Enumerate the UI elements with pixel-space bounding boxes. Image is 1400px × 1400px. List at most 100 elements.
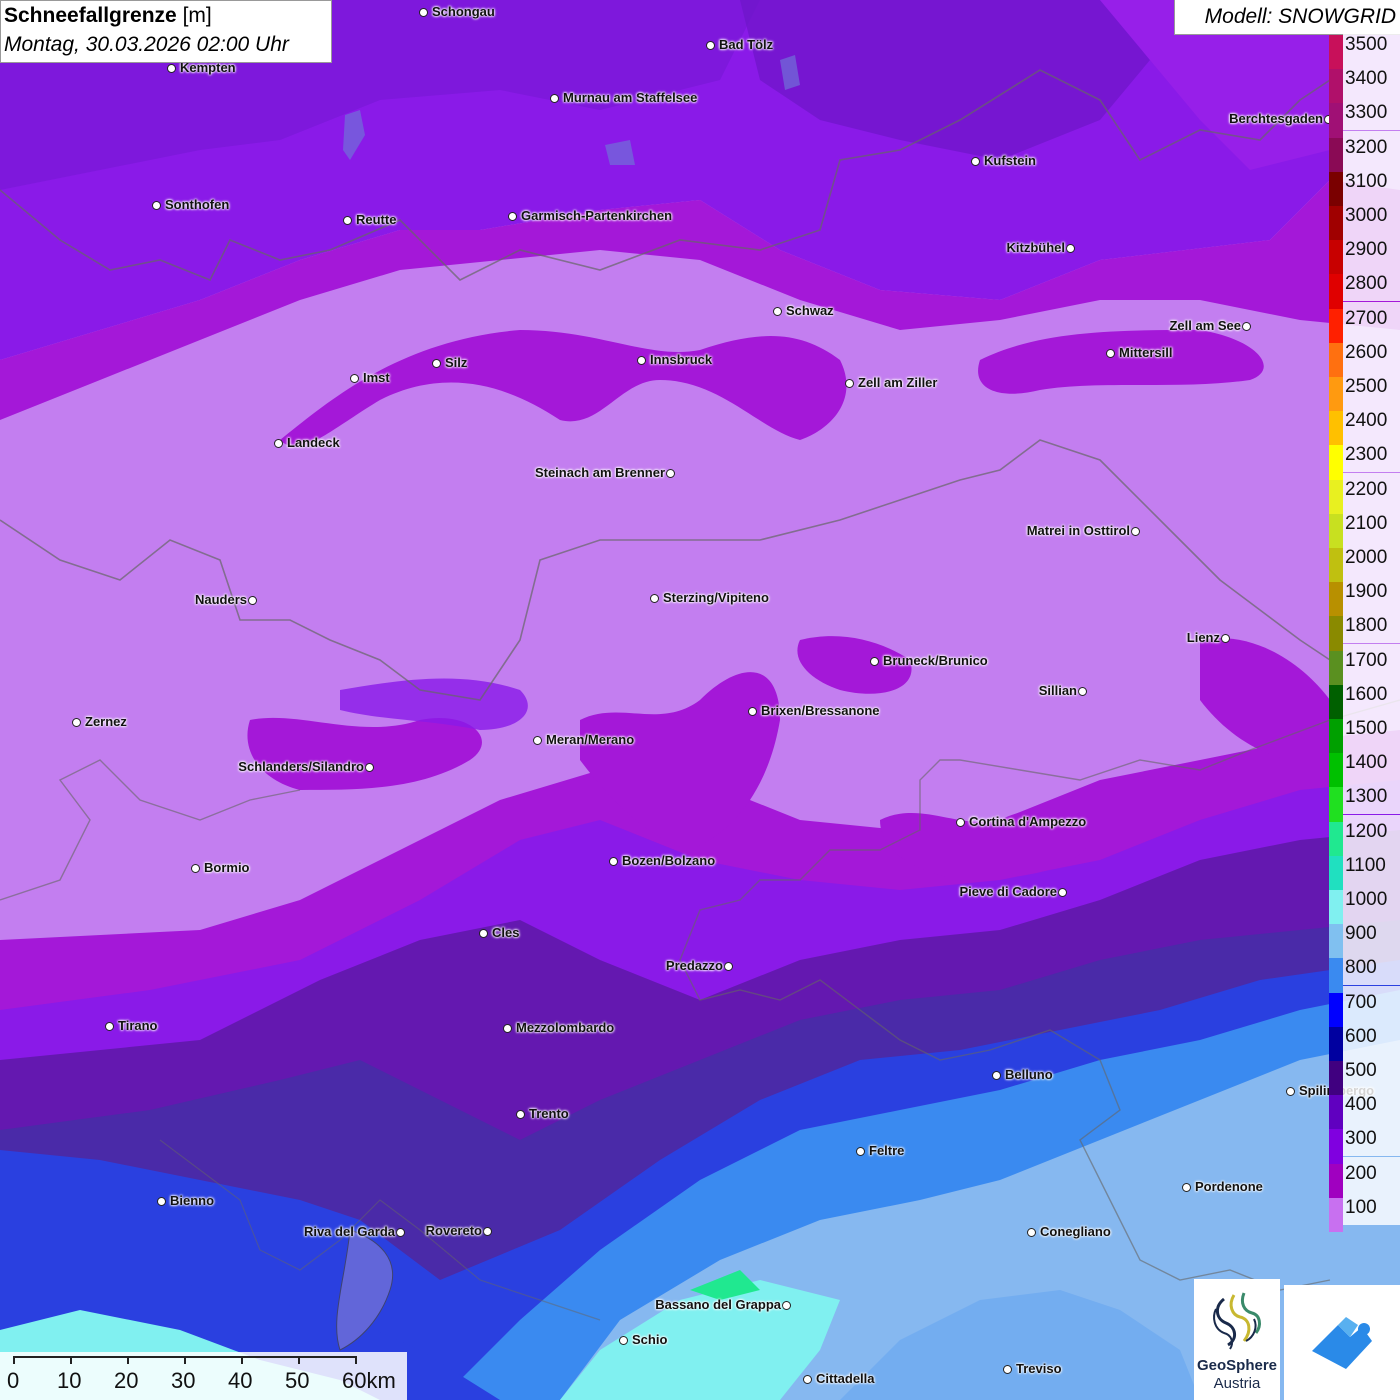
snowgrid-logo: [1284, 1285, 1400, 1400]
scale-tick: [127, 1356, 129, 1364]
legend-swatch: [1329, 1026, 1343, 1062]
city-marker[interactable]: [992, 1071, 1001, 1080]
city-marker[interactable]: [1078, 687, 1087, 696]
city-label: Matrei in Osttirol: [1026, 523, 1130, 538]
legend-swatch: [1329, 308, 1343, 344]
city-label: Pordenone: [1195, 1179, 1263, 1194]
legend-label: 3400: [1343, 62, 1400, 97]
model-label: Modell: SNOWGRID: [1204, 5, 1396, 28]
city-marker[interactable]: [550, 94, 559, 103]
city-label: Schongau: [432, 4, 495, 19]
city-marker[interactable]: [503, 1024, 512, 1033]
city-label: Bruneck/Brunico: [883, 653, 988, 668]
city-marker[interactable]: [365, 763, 374, 772]
city-marker[interactable]: [516, 1110, 525, 1119]
city-marker[interactable]: [105, 1022, 114, 1031]
legend-label: 2100: [1343, 506, 1400, 541]
city-marker[interactable]: [1242, 322, 1251, 331]
city-marker[interactable]: [1066, 244, 1075, 253]
legend-label: 3100: [1343, 164, 1400, 199]
title-panel: Schneefallgrenze [m] Montag, 30.03.2026 …: [0, 0, 332, 63]
city-marker[interactable]: [870, 657, 879, 666]
legend-swatch: [1329, 103, 1343, 139]
city-marker[interactable]: [343, 216, 352, 225]
map-viewport[interactable]: Schongau Bad Tölz Kempten Murnau am Staffel…: [0, 0, 1400, 1400]
city-label: Bormio: [204, 860, 250, 875]
city-marker[interactable]: [152, 201, 161, 210]
city-marker[interactable]: [1106, 349, 1115, 358]
snowgrid-icon: [1312, 1317, 1372, 1369]
city-marker[interactable]: [479, 929, 488, 938]
city-marker[interactable]: [1003, 1365, 1012, 1374]
legend-label: 1200: [1343, 814, 1400, 849]
city-label: Bad Tölz: [719, 37, 774, 52]
legend-swatch: [1329, 274, 1343, 310]
legend-swatch: [1329, 513, 1343, 549]
legend-swatch: [1329, 992, 1343, 1028]
city-label: Lienz: [1186, 630, 1220, 645]
city-label: Innsbruck: [650, 352, 713, 367]
city-marker[interactable]: [609, 857, 618, 866]
legend-label: 2900: [1343, 233, 1400, 268]
city-marker[interactable]: [1286, 1087, 1295, 1096]
city-marker[interactable]: [157, 1197, 166, 1206]
legend-swatch: [1329, 958, 1343, 994]
legend-label: 1500: [1343, 712, 1400, 746]
city-marker[interactable]: [637, 356, 646, 365]
legend-label: 2700: [1343, 301, 1400, 336]
city-marker[interactable]: [167, 64, 176, 73]
city-marker[interactable]: [1131, 527, 1140, 536]
city-marker[interactable]: [856, 1147, 865, 1156]
legend-label: 1100: [1343, 848, 1400, 883]
legend-label: 1700: [1343, 643, 1400, 678]
city-marker[interactable]: [773, 307, 782, 316]
city-marker[interactable]: [419, 8, 428, 17]
city-marker[interactable]: [619, 1336, 628, 1345]
legend-swatch: [1329, 35, 1343, 70]
legend-label: 2400: [1343, 404, 1400, 439]
legend-swatch: [1329, 206, 1343, 241]
legend-label: 3200: [1343, 130, 1400, 165]
city-marker[interactable]: [1058, 888, 1067, 897]
city-label: Bozen/Bolzano: [622, 853, 716, 868]
city-marker[interactable]: [432, 359, 441, 368]
city-label: Cles: [492, 925, 520, 940]
city-marker[interactable]: [508, 212, 517, 221]
city-marker[interactable]: [724, 962, 733, 971]
city-marker[interactable]: [72, 718, 81, 727]
city-marker[interactable]: [782, 1301, 791, 1310]
legend-labels: 3500 3400 3300 3200 3100 3000 2900 2800 2700 2600…: [1343, 28, 1400, 1232]
city-label: Kitzbühel: [1006, 240, 1066, 255]
city-marker[interactable]: [666, 469, 675, 478]
scale-tick-label: 20: [114, 1368, 139, 1393]
city-label: Belluno: [1005, 1067, 1053, 1082]
city-marker[interactable]: [248, 596, 257, 605]
city-marker[interactable]: [533, 736, 542, 745]
city-label: Schlanders/Silandro: [238, 759, 364, 774]
legend-swatch: [1329, 1129, 1343, 1165]
city-marker[interactable]: [845, 379, 854, 388]
scale-tick: [241, 1356, 243, 1364]
city-marker[interactable]: [274, 439, 283, 448]
city-marker[interactable]: [803, 1375, 812, 1384]
city-marker[interactable]: [650, 594, 659, 603]
city-label: Cittadella: [816, 1371, 875, 1386]
city-marker[interactable]: [748, 707, 757, 716]
city-marker[interactable]: [350, 374, 359, 383]
city-marker[interactable]: [956, 818, 965, 827]
city-marker[interactable]: [396, 1228, 405, 1237]
city-marker[interactable]: [191, 864, 200, 873]
legend-swatch: [1329, 1163, 1343, 1199]
city-label: Riva del Garda: [303, 1224, 395, 1239]
city-label: Zell am Ziller: [858, 375, 938, 390]
city-marker[interactable]: [706, 41, 715, 50]
city-label: Trento: [529, 1106, 569, 1121]
city-marker[interactable]: [483, 1227, 492, 1236]
legend-label: 2800: [1343, 267, 1400, 302]
city-marker[interactable]: [971, 157, 980, 166]
city-marker[interactable]: [1221, 634, 1230, 643]
forecast-date: Montag, 30.03.2026 02:00 Uhr: [4, 33, 289, 56]
city-marker[interactable]: [1182, 1183, 1191, 1192]
city-marker[interactable]: [1027, 1228, 1036, 1237]
legend-label: 200: [1343, 1156, 1400, 1191]
